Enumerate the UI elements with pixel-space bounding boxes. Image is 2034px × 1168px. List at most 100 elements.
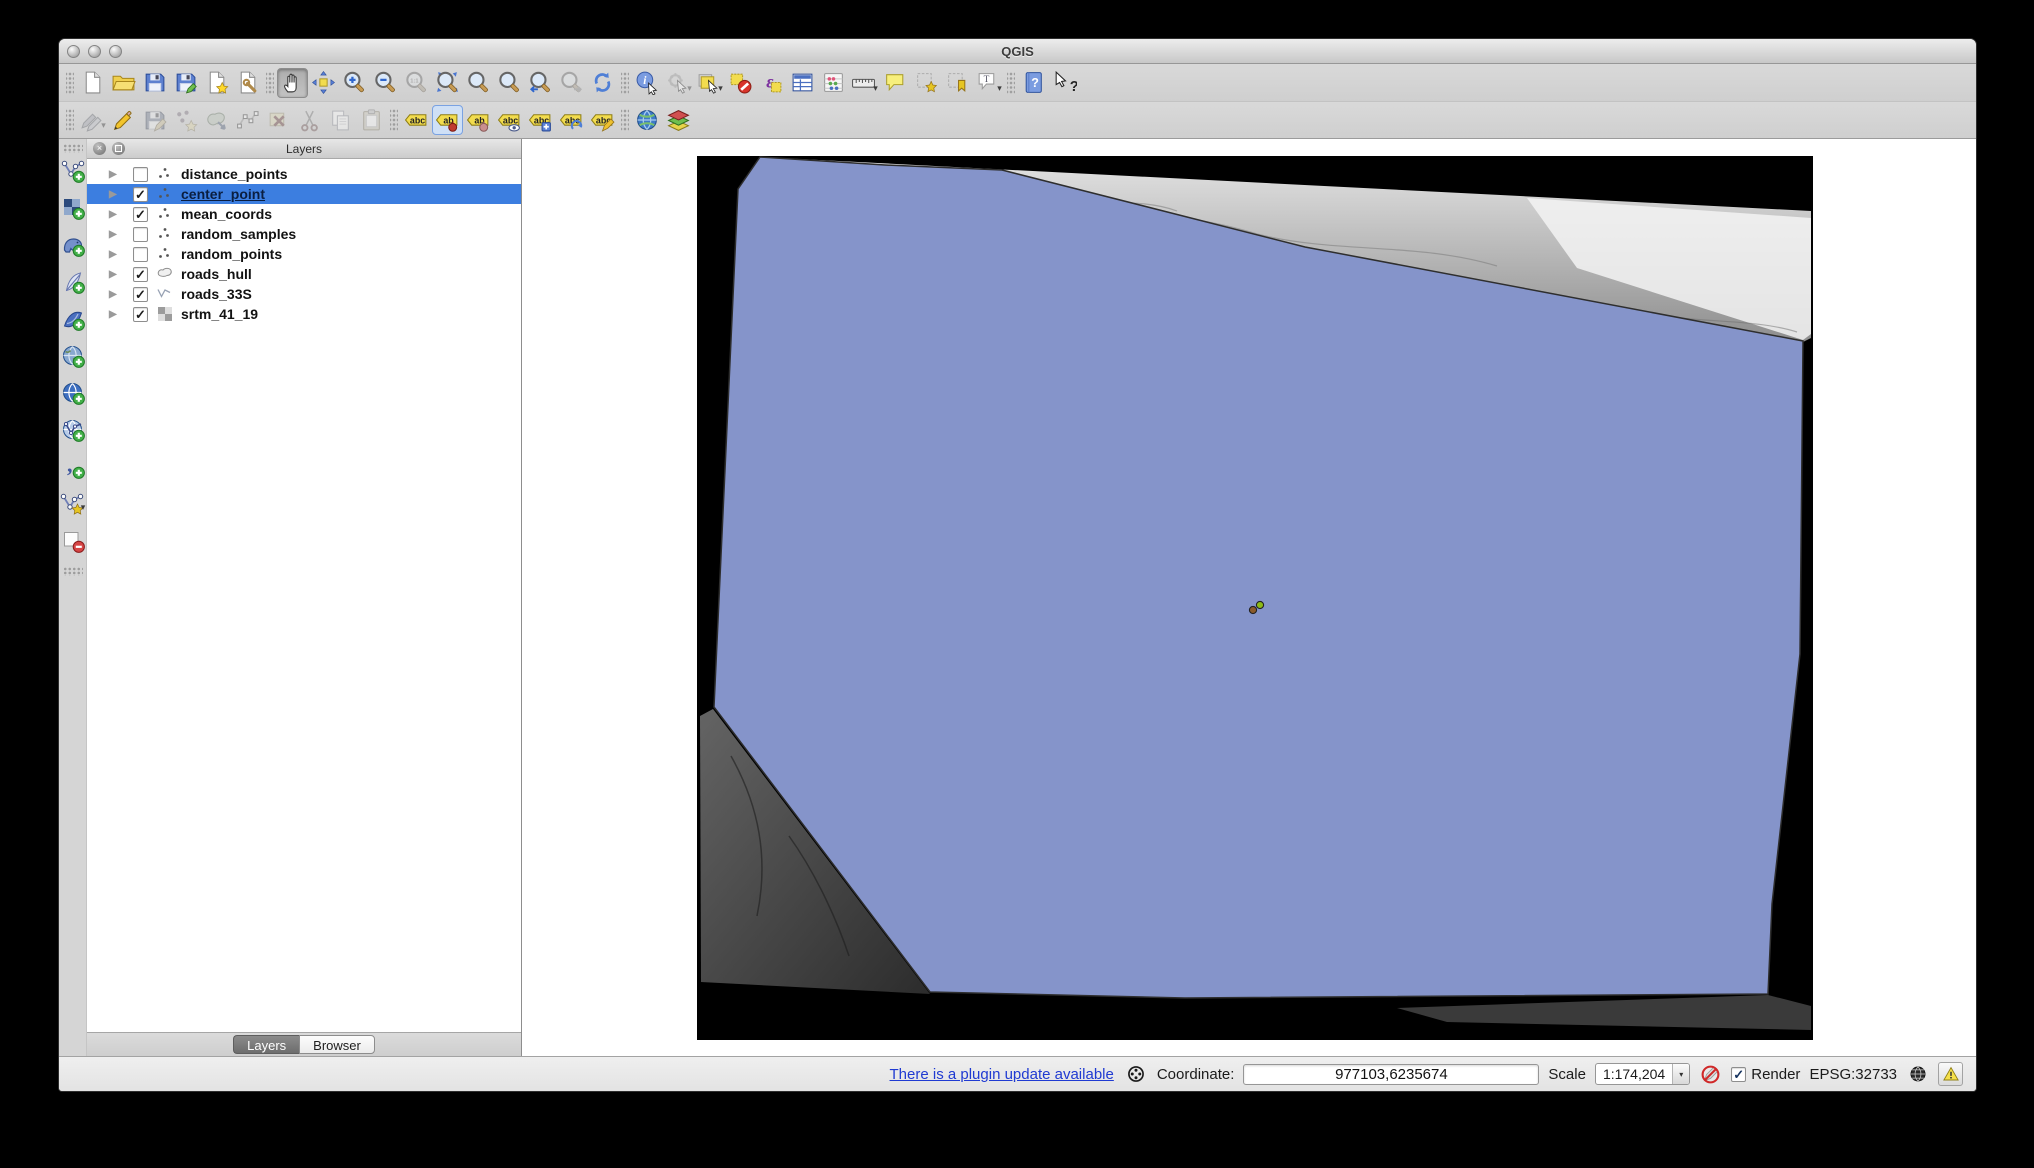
expander-icon[interactable]: ▶ xyxy=(109,289,121,300)
remove-layer-button[interactable] xyxy=(60,528,86,554)
plugin-icon[interactable] xyxy=(1125,1063,1148,1085)
move-label-button[interactable]: abc xyxy=(525,105,556,135)
toolbar-drag-handle[interactable] xyxy=(63,567,83,576)
layer-checkbox[interactable] xyxy=(133,247,148,262)
add-spatialite-layer-button[interactable] xyxy=(60,269,86,295)
layer-item-roads_hull[interactable]: ▶✓roads_hull xyxy=(87,264,521,284)
new-shapefile-layer-button[interactable]: ▾ xyxy=(60,491,86,517)
layer-item-srtm_41_19[interactable]: ▶✓srtm_41_19 xyxy=(87,304,521,324)
new-project-button[interactable] xyxy=(77,68,108,98)
toolbar-drag-handle[interactable] xyxy=(63,144,83,153)
open-project-button[interactable] xyxy=(108,68,139,98)
stop-render-icon[interactable] xyxy=(1699,1063,1722,1085)
add-wcs-layer-button[interactable] xyxy=(60,380,86,406)
layer-checkbox[interactable]: ✓ xyxy=(133,267,148,282)
layer-item-roads_33S[interactable]: ▶✓roads_33S xyxy=(87,284,521,304)
layer-item-mean_coords[interactable]: ▶✓mean_coords xyxy=(87,204,521,224)
minimize-window-button[interactable] xyxy=(88,45,101,58)
show-hide-labels-button[interactable]: abc xyxy=(494,105,525,135)
save-project-as-button[interactable] xyxy=(170,68,201,98)
layer-item-distance_points[interactable]: ▶distance_points xyxy=(87,164,521,184)
expander-icon[interactable]: ▶ xyxy=(109,269,121,280)
add-wms-layer-button[interactable] xyxy=(60,343,86,369)
tab-browser[interactable]: Browser xyxy=(299,1035,375,1054)
close-window-button[interactable] xyxy=(67,45,80,58)
rotate-label-button[interactable]: abc xyxy=(556,105,587,135)
expander-icon[interactable]: ▶ xyxy=(109,169,121,180)
change-label-button[interactable]: abc xyxy=(587,105,618,135)
identify-features-button[interactable]: i xyxy=(632,68,663,98)
expander-icon[interactable]: ▶ xyxy=(109,189,121,200)
save-project-button[interactable] xyxy=(139,68,170,98)
zoom-out-button[interactable] xyxy=(370,68,401,98)
highlight-pinned-labels-button[interactable]: ab xyxy=(463,105,494,135)
layer-checkbox[interactable]: ✓ xyxy=(133,287,148,302)
new-print-composer-button[interactable] xyxy=(201,68,232,98)
expander-icon[interactable]: ▶ xyxy=(109,229,121,240)
scale-combobox[interactable]: 1:174,204 ▾ xyxy=(1595,1063,1690,1085)
expander-icon[interactable]: ▶ xyxy=(109,309,121,320)
toolbar-drag-handle[interactable] xyxy=(66,109,74,131)
add-postgis-layer-button[interactable] xyxy=(60,232,86,258)
zoom-in-button[interactable] xyxy=(339,68,370,98)
pan-map-button[interactable] xyxy=(277,68,308,98)
expander-icon[interactable]: ▶ xyxy=(109,249,121,260)
titlebar[interactable]: QGIS xyxy=(59,39,1976,64)
refresh-map-button[interactable] xyxy=(587,68,618,98)
plugin-update-link[interactable]: There is a plugin update available xyxy=(890,1066,1114,1083)
new-bookmark-button[interactable] xyxy=(911,68,942,98)
layer-item-random_samples[interactable]: ▶random_samples xyxy=(87,224,521,244)
zoom-full-extent-button[interactable] xyxy=(432,68,463,98)
toolbar-drag-handle[interactable] xyxy=(66,72,74,94)
dropdown-arrow-icon[interactable]: ▾ xyxy=(718,83,723,98)
measure-line-button[interactable]: ▾ xyxy=(849,68,880,98)
dropdown-arrow-icon[interactable]: ▾ xyxy=(687,83,692,98)
toggle-editing-button[interactable] xyxy=(108,105,139,135)
help-contents-button[interactable]: ? xyxy=(1018,68,1049,98)
zoom-to-selection-button[interactable] xyxy=(463,68,494,98)
deselect-features-button[interactable] xyxy=(725,68,756,98)
zoom-to-layer-button[interactable] xyxy=(494,68,525,98)
text-annotation-button[interactable]: T▾ xyxy=(973,68,1004,98)
layer-checkbox[interactable]: ✓ xyxy=(133,187,148,202)
pin-unpin-labels-button[interactable]: ab xyxy=(432,105,463,135)
show-bookmarks-button[interactable] xyxy=(942,68,973,98)
open-attribute-table-button[interactable] xyxy=(787,68,818,98)
whats-this-button[interactable]: ? xyxy=(1049,68,1080,98)
map-canvas[interactable] xyxy=(522,139,1976,1056)
map-tips-button[interactable] xyxy=(880,68,911,98)
coordinate-capture-button[interactable] xyxy=(632,105,663,135)
add-vector-layer-button[interactable] xyxy=(60,158,86,184)
zoom-window-button[interactable] xyxy=(109,45,122,58)
add-wfs-layer-button[interactable] xyxy=(60,417,86,443)
dropdown-arrow-icon[interactable]: ▾ xyxy=(873,83,878,98)
dropdown-arrow-icon[interactable]: ▾ xyxy=(997,83,1002,98)
layer-checkbox[interactable] xyxy=(133,227,148,242)
processing-layers-button[interactable] xyxy=(663,105,694,135)
panel-float-icon[interactable] xyxy=(112,142,125,155)
layer-checkbox[interactable]: ✓ xyxy=(133,207,148,222)
layer-item-random_points[interactable]: ▶random_points xyxy=(87,244,521,264)
coordinate-input[interactable] xyxy=(1243,1064,1539,1085)
zoom-last-button[interactable] xyxy=(525,68,556,98)
labeling-button[interactable]: abc xyxy=(401,105,432,135)
layer-checkbox[interactable] xyxy=(133,167,148,182)
log-messages-warning-icon[interactable] xyxy=(1938,1062,1963,1086)
layer-checkbox[interactable]: ✓ xyxy=(133,307,148,322)
select-features-button[interactable]: ▾ xyxy=(694,68,725,98)
chevron-down-icon[interactable]: ▾ xyxy=(1672,1064,1689,1084)
select-by-expression-button[interactable]: ε xyxy=(756,68,787,98)
expander-icon[interactable]: ▶ xyxy=(109,209,121,220)
dropdown-arrow-icon[interactable]: ▾ xyxy=(101,120,106,135)
crs-status-icon[interactable] xyxy=(1906,1063,1929,1085)
field-calculator-button[interactable] xyxy=(818,68,849,98)
layer-item-center_point[interactable]: ▶✓center_point xyxy=(87,184,521,204)
add-raster-layer-button[interactable] xyxy=(60,195,86,221)
pan-to-selection-button[interactable] xyxy=(308,68,339,98)
dropdown-arrow-icon[interactable]: ▾ xyxy=(81,502,86,517)
add-mssql-layer-button[interactable] xyxy=(60,306,86,332)
panel-close-icon[interactable]: × xyxy=(93,142,106,155)
render-checkbox[interactable]: ✓ Render xyxy=(1731,1066,1800,1083)
checkbox-check-icon[interactable]: ✓ xyxy=(1731,1067,1746,1082)
composer-manager-button[interactable] xyxy=(232,68,263,98)
